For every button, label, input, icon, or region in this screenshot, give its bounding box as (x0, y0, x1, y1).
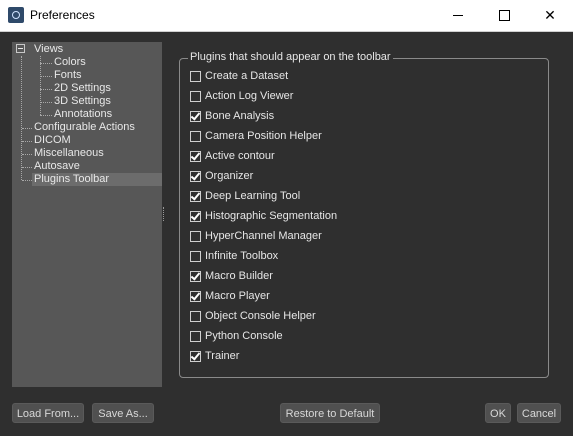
plugin-checkbox[interactable] (190, 71, 201, 82)
cancel-button[interactable]: Cancel (517, 403, 561, 423)
plugins-group-title: Plugins that should appear on the toolba… (188, 51, 393, 63)
plugin-label: Object Console Helper (205, 310, 316, 322)
plugin-label: Active contour (205, 150, 275, 162)
tree-connector (22, 167, 32, 168)
plugin-checkbox[interactable] (190, 291, 201, 302)
tree-connector (40, 115, 52, 116)
tree-connector (40, 56, 41, 115)
nav-item-configurable-actions[interactable]: Configurable Actions (34, 121, 135, 134)
plugin-label: Camera Position Helper (205, 130, 322, 142)
tree-connector (22, 128, 32, 129)
plugin-label: HyperChannel Manager (205, 230, 322, 242)
tree-connector (40, 89, 52, 90)
dialog-body: Views Colors Fonts 2D Settings 3D Settin… (0, 32, 573, 436)
tree-connector (22, 180, 32, 181)
nav-item-plugins-toolbar[interactable]: Plugins Toolbar (32, 173, 162, 186)
plugin-label: Infinite Toolbox (205, 250, 279, 262)
nav-item-miscellaneous[interactable]: Miscellaneous (34, 147, 104, 160)
nav-item-3d-settings[interactable]: 3D Settings (54, 95, 111, 108)
restore-default-button[interactable]: Restore to Default (280, 403, 380, 423)
close-icon: ✕ (544, 7, 556, 23)
plugin-checkbox[interactable] (190, 171, 201, 182)
plugin-label: Python Console (205, 330, 283, 342)
plugin-label: Action Log Viewer (205, 90, 294, 102)
plugin-checkbox[interactable] (190, 211, 201, 222)
plugin-checkbox[interactable] (190, 151, 201, 162)
plugin-label: Macro Builder (205, 270, 273, 282)
maximize-button[interactable] (481, 0, 527, 31)
plugin-label: Trainer (205, 350, 240, 362)
plugin-label: Macro Player (205, 290, 270, 302)
plugin-label: Organizer (205, 170, 254, 182)
splitter-handle[interactable] (163, 207, 166, 221)
load-from-button[interactable]: Load From... (12, 403, 84, 423)
collapse-icon[interactable] (16, 44, 25, 53)
plugin-checkbox[interactable] (190, 131, 201, 142)
ok-button[interactable]: OK (485, 403, 511, 423)
title-bar: Preferences ✕ (0, 0, 573, 32)
tree-connector (40, 102, 52, 103)
plugin-checkbox[interactable] (190, 311, 201, 322)
plugin-checkbox[interactable] (190, 231, 201, 242)
tree-connector (40, 63, 52, 64)
tree-connector (21, 56, 22, 180)
nav-item-dicom[interactable]: DICOM (34, 134, 71, 147)
plugin-checkbox[interactable] (190, 251, 201, 262)
minimize-button[interactable] (435, 0, 481, 31)
tree-connector (22, 141, 32, 142)
save-as-button[interactable]: Save As... (92, 403, 154, 423)
app-icon (8, 7, 24, 23)
plugin-checkbox[interactable] (190, 271, 201, 282)
tree-connector (40, 76, 52, 77)
nav-item-2d-settings[interactable]: 2D Settings (54, 82, 111, 95)
plugin-checkbox[interactable] (190, 331, 201, 342)
nav-item-views[interactable]: Views (34, 43, 63, 56)
plugin-label: Deep Learning Tool (205, 190, 301, 202)
nav-item-annotations[interactable]: Annotations (54, 108, 112, 121)
tree-connector (22, 154, 32, 155)
plugin-label: Histographic Segmentation (205, 210, 338, 222)
plugin-checkbox[interactable] (190, 111, 201, 122)
nav-item-colors[interactable]: Colors (54, 56, 86, 69)
maximize-icon (498, 10, 510, 21)
plugin-label: Bone Analysis (205, 110, 275, 122)
close-button[interactable]: ✕ (527, 0, 573, 31)
plugin-label: Create a Dataset (205, 70, 289, 82)
minimize-icon (453, 15, 463, 16)
window-title: Preferences (30, 8, 95, 22)
plugin-checkbox[interactable] (190, 91, 201, 102)
nav-item-fonts[interactable]: Fonts (54, 69, 82, 82)
preferences-nav-tree[interactable]: Views Colors Fonts 2D Settings 3D Settin… (12, 42, 162, 387)
plugin-checkbox[interactable] (190, 351, 201, 362)
nav-item-autosave[interactable]: Autosave (34, 160, 80, 173)
plugin-checkbox[interactable] (190, 191, 201, 202)
